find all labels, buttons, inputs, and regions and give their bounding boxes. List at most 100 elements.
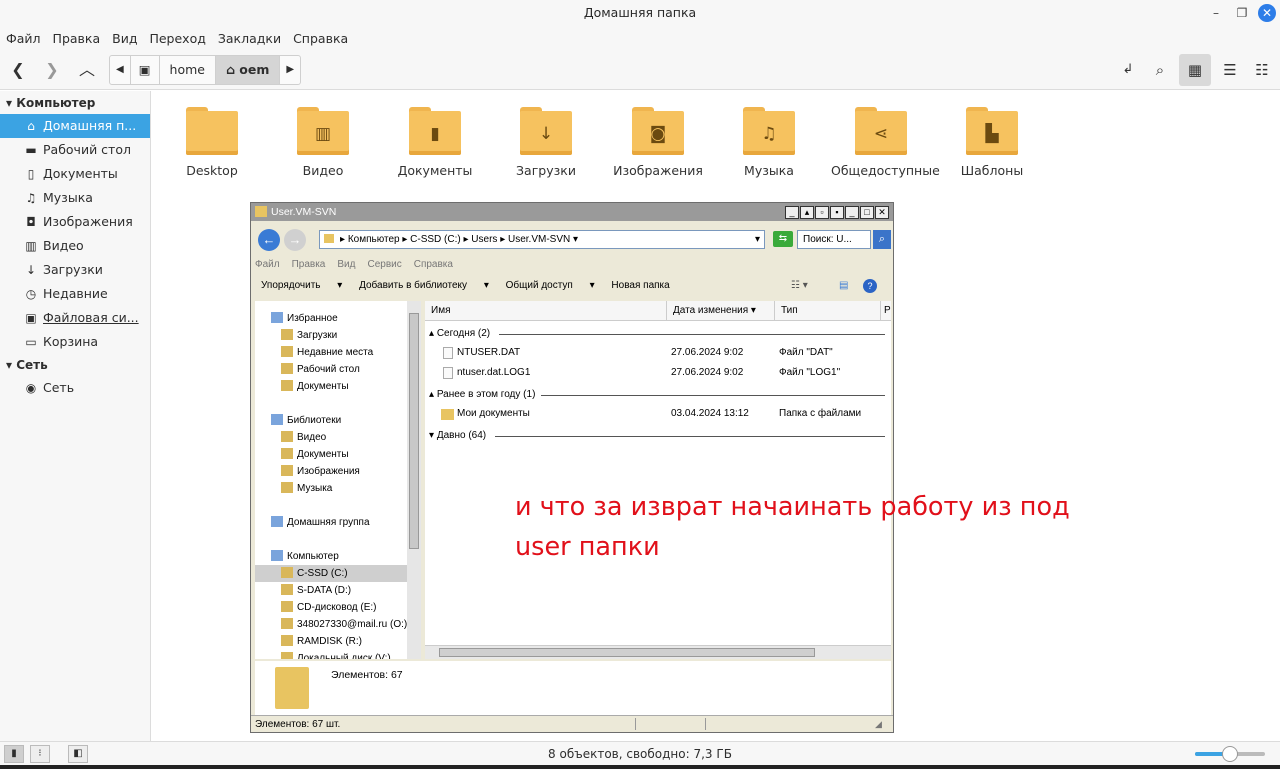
nav-item: 348027330@mail.ru (O:)	[255, 616, 407, 633]
sidebar-item-trash[interactable]: ▭ Корзина	[0, 330, 150, 354]
zoom-slider-handle[interactable]	[1222, 746, 1238, 762]
menubar: Файл Правка Вид Переход Закладки Справка	[0, 26, 1280, 50]
menu-edit[interactable]: Правка	[47, 26, 107, 52]
annotation-line-2: user папки	[515, 532, 660, 562]
folder-pictures[interactable]: ◙ Изображения	[608, 107, 708, 178]
home-icon: ⌂	[27, 119, 35, 133]
taskbar-edge	[0, 765, 1280, 769]
group-today: ▴ Сегодня (2)	[429, 326, 885, 342]
sidebar-item-music[interactable]: ♫ Музыка	[0, 186, 150, 210]
explorer-help-icon: _	[785, 206, 799, 219]
nav-item-icon	[281, 465, 293, 476]
back-icon[interactable]: ❮	[8, 59, 28, 81]
camera-icon: ◙	[632, 107, 684, 155]
crumb-prev-icon[interactable]: ◀	[110, 56, 131, 84]
sidebar-item-network[interactable]: ◉ Сеть	[0, 376, 150, 400]
folder-music[interactable]: ♫ Музыка	[719, 107, 819, 178]
nav-item: Рабочий стол	[255, 361, 407, 378]
column-date: Дата изменения ▾	[667, 301, 775, 321]
search-icon[interactable]: ⌕	[1144, 54, 1176, 86]
folder-icon	[186, 107, 238, 155]
sidebar-item-label: Домашняя п...	[43, 118, 137, 133]
minimize-icon[interactable]: –	[1208, 5, 1224, 21]
nav-item-icon	[281, 329, 293, 340]
nav-item: S-DATA (D:)	[255, 582, 407, 599]
sidebar-item-recent[interactable]: ◷ Недавние	[0, 282, 150, 306]
nav-item-label: Избранное	[287, 313, 338, 324]
icon-view-icon[interactable]: ▦	[1179, 54, 1211, 86]
folder-label: Музыка	[744, 163, 794, 178]
window-title: Домашняя папка	[583, 5, 697, 20]
explorer-menu-item: Файл	[255, 259, 280, 270]
folder-downloads[interactable]: ↓ Загрузки	[496, 107, 596, 178]
nav-item-label: Музыка	[297, 483, 333, 494]
nav-item-label: Изображения	[297, 466, 360, 477]
folder-desktop[interactable]: Desktop	[162, 107, 262, 178]
folder-documents[interactable]: ▮ Документы	[385, 107, 485, 178]
nav-item-label: C-SSD (C:)	[297, 568, 348, 579]
document-icon: ▯	[27, 167, 35, 181]
drive-icon[interactable]: ▣	[131, 56, 160, 84]
nav-item-icon	[271, 516, 283, 527]
breadcrumb: ◀ ▣ home ⌂ oem ▶	[109, 55, 302, 85]
view-options-icon: ☷ ▾	[791, 280, 808, 291]
sidebar-section-network[interactable]: ▾ Сеть	[0, 354, 150, 376]
compact-view-icon[interactable]: ☷	[1246, 54, 1278, 86]
network-icon: ◉	[25, 381, 37, 395]
crumb-oem[interactable]: ⌂ oem	[215, 56, 281, 84]
explorer-menu-item: Сервис	[367, 259, 402, 270]
nav-item-icon	[281, 618, 293, 629]
sidebar-item-label: Музыка	[43, 190, 93, 205]
folder-templates[interactable]: ▙ Шаблоны	[942, 107, 1042, 178]
sidebar-section-computer[interactable]: ▾ Компьютер	[0, 92, 150, 114]
toggle-location-icon[interactable]: ↲	[1112, 54, 1144, 86]
menu-help[interactable]: Справка	[287, 26, 354, 52]
explorer-menu-item: Вид	[337, 259, 356, 270]
zoom-slider[interactable]	[1195, 746, 1265, 762]
forward-icon[interactable]: ❯	[42, 59, 62, 81]
file-row: ntuser.dat.LOG1 27.06.2024 9:02 Файл "LOG1…	[425, 364, 891, 382]
details-count: Элементов: 67	[331, 669, 403, 681]
list-view-icon[interactable]: ☰	[1214, 54, 1246, 86]
expand-icon: ▾	[6, 358, 17, 372]
nav-item: Документы	[255, 446, 407, 463]
crumb-home[interactable]: home	[160, 56, 216, 84]
share-icon: ⋖	[855, 107, 907, 155]
sidebar-item-desktop[interactable]: ▬ Рабочий стол	[0, 138, 150, 162]
sidebar-item-pictures[interactable]: ◘ Изображения	[0, 210, 150, 234]
crumb-next-icon[interactable]: ▶	[280, 56, 300, 84]
close-icon[interactable]: ✕	[1258, 4, 1276, 22]
column-name: Имя	[425, 301, 667, 321]
nav-item-icon	[281, 380, 293, 391]
menu-file[interactable]: Файл	[0, 26, 47, 52]
explorer-back-icon: ←	[258, 229, 280, 251]
nav-item: Недавние места	[255, 344, 407, 361]
nav-scrollbar	[407, 301, 421, 659]
drive-icon: ▣	[25, 311, 37, 325]
address-part: Компьютер	[347, 234, 400, 245]
nav-item-label: RAMDISK (R:)	[297, 636, 362, 647]
sidebar-item-videos[interactable]: ▥ Видео	[0, 234, 150, 258]
nav-item-label: Локальный диск (V:)	[297, 653, 391, 659]
desktop-icon: ▬	[25, 143, 37, 157]
explorer-pin-icon: ▴	[800, 206, 814, 219]
nav-item: Избранное	[255, 310, 407, 327]
up-icon[interactable]: ︿	[76, 59, 98, 81]
folder-icon	[324, 234, 334, 243]
sidebar-item-home[interactable]: ⌂ Домашняя п...	[0, 114, 150, 138]
sidebar-item-downloads[interactable]: ↓ Загрузки	[0, 258, 150, 282]
menu-view[interactable]: Вид	[106, 26, 143, 52]
folder-videos[interactable]: ▥ Видео	[273, 107, 373, 178]
explorer-statusbar: Элементов: 67 шт. ◢	[251, 715, 893, 732]
folder-public[interactable]: ⋖ Общедоступные	[831, 107, 940, 178]
maximize-icon[interactable]: ❐	[1234, 5, 1250, 21]
explorer-file-list: Имя Дата изменения ▾ Тип Р ▴ Сегодня (2)…	[425, 301, 891, 659]
sidebar-item-filesystem[interactable]: ▣ Файловая си...	[0, 306, 150, 330]
explorer-address-field: ▸ Компьютер ▸ C-SSD (C:) ▸ Users ▸ User.…	[319, 230, 765, 249]
file-icon	[443, 367, 453, 379]
menu-bookmarks[interactable]: Закладки	[212, 26, 287, 52]
group-long-ago: ▾ Давно (64)	[429, 428, 885, 444]
menu-go[interactable]: Переход	[143, 26, 211, 52]
sidebar-item-documents[interactable]: ▯ Документы	[0, 162, 150, 186]
explorer-close-icon: ✕	[875, 206, 889, 219]
